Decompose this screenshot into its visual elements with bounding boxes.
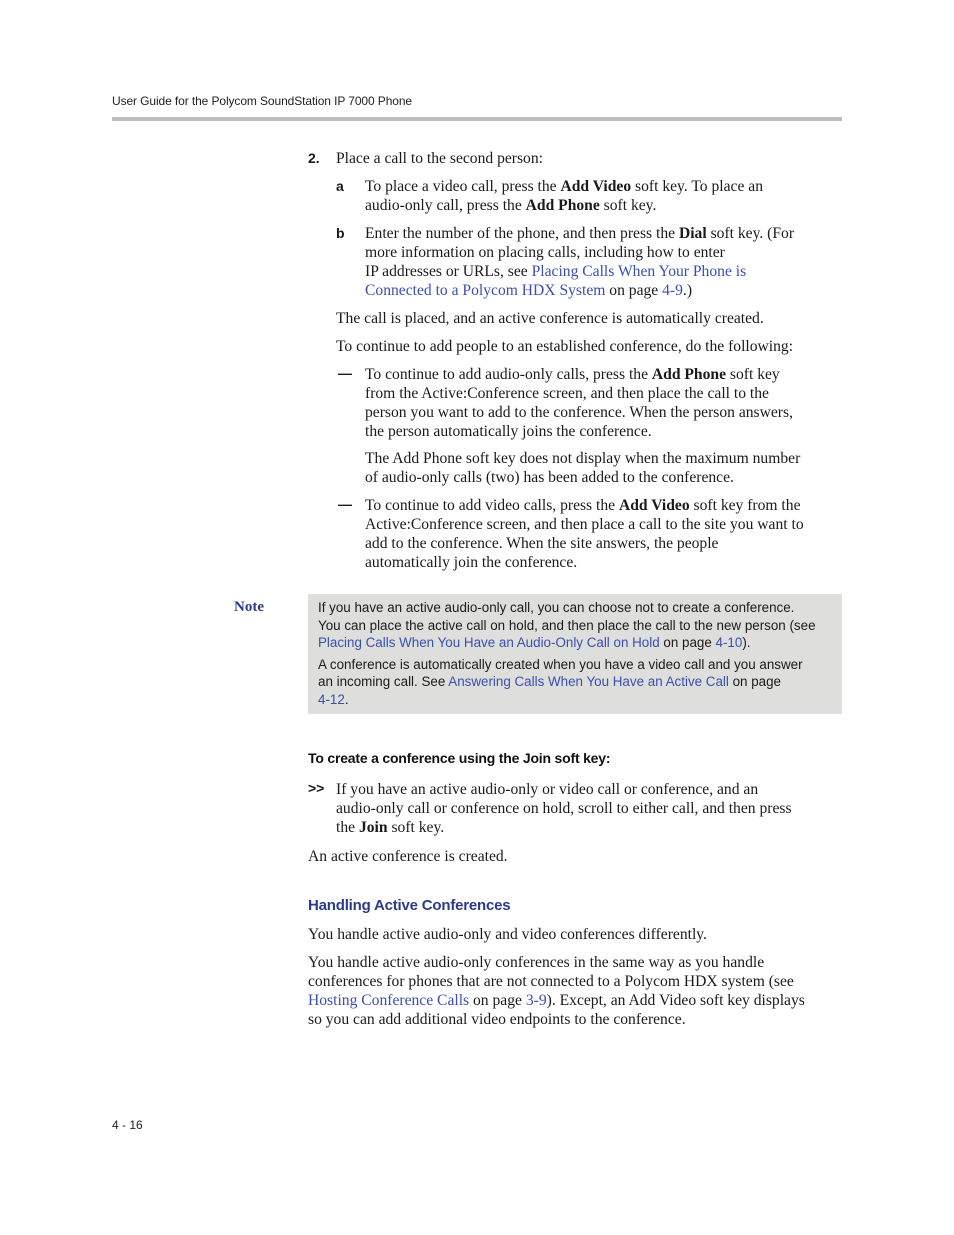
- text: conferences for phones that are not conn…: [308, 973, 794, 990]
- softkey-join: Join: [358, 819, 388, 836]
- text: add to the conference. When the site ans…: [365, 535, 719, 552]
- step-number: 2.: [308, 150, 320, 166]
- text: audio-only call or conference on hold, s…: [336, 800, 792, 817]
- text: If you have an active audio-only or vide…: [336, 781, 759, 798]
- text: A conference is automatically created wh…: [318, 656, 803, 672]
- dash-bullet: —: [338, 365, 352, 381]
- link-hosting-conference-calls[interactable]: Hosting Conference Calls: [308, 992, 469, 1009]
- text: .): [682, 282, 693, 299]
- text: You can place the active call on hold, a…: [318, 617, 816, 633]
- text: The Add Phone soft key does not display …: [365, 450, 801, 467]
- text: the person automatically joins the confe…: [365, 423, 652, 440]
- text: soft key: [726, 366, 780, 383]
- substep-a-text: To place a video call, press the Add Vid…: [365, 177, 845, 215]
- text: audio-only call, press the: [365, 197, 526, 214]
- section-paragraph-2: You handle active audio-only conferences…: [308, 953, 848, 1029]
- page-link-4-12[interactable]: 4-12: [318, 692, 345, 707]
- text: soft key from the: [689, 497, 801, 514]
- softkey-dial: Dial: [678, 225, 707, 242]
- text: an incoming call. See: [318, 674, 449, 689]
- text: .: [344, 691, 349, 707]
- softkey-add-video: Add Video: [618, 497, 690, 514]
- page-link-3-9[interactable]: 3-9: [526, 992, 547, 1009]
- note-paragraph-2: A conference is automatically created wh…: [318, 656, 832, 709]
- text: ). Except, an Add Video soft key display…: [546, 992, 805, 1009]
- text: more information on placing calls, inclu…: [365, 244, 725, 261]
- softkey-add-phone: Add Phone: [651, 366, 726, 383]
- note-box: If you have an active audio-only call, y…: [308, 594, 842, 714]
- procedure-arrow-icon: >>: [308, 780, 325, 796]
- text: the: [336, 819, 359, 836]
- link-placing-calls-hdx-cont[interactable]: Connected to a Polycom HDX System: [365, 282, 605, 299]
- text: person you want to add to the conference…: [365, 404, 793, 421]
- page-link-4-10[interactable]: 4-10: [716, 635, 743, 650]
- text: on page: [728, 674, 781, 689]
- text: automatically join the conference.: [365, 554, 578, 571]
- text: on page: [659, 635, 716, 650]
- bullet-audio-only: To continue to add audio-only calls, pre…: [365, 365, 845, 441]
- text: To place a video call, press the: [365, 178, 561, 195]
- text: IP addresses or URLs, see: [365, 263, 532, 280]
- note-label: Note: [234, 599, 264, 615]
- paragraph-continue-intro: To continue to add people to an establis…: [336, 338, 794, 355]
- link-answering-calls[interactable]: Answering Calls When You Have an Active …: [448, 674, 729, 689]
- text: Enter the number of the phone, and then …: [365, 225, 679, 242]
- text: ).: [742, 635, 751, 650]
- softkey-add-phone: Add Phone: [525, 197, 600, 214]
- text: on page: [469, 992, 526, 1009]
- running-header: User Guide for the Polycom SoundStation …: [112, 94, 413, 108]
- text: If you have an active audio-only call, y…: [318, 600, 795, 615]
- text: soft key. (For: [706, 225, 795, 242]
- text: Active:Conference screen, and then place…: [365, 516, 804, 533]
- step-text: Place a call to the second person:: [336, 150, 543, 167]
- link-placing-calls-on-hold[interactable]: Placing Calls When You Have an Audio-Onl…: [318, 635, 660, 650]
- text: To continue to add video calls, press th…: [365, 497, 619, 514]
- note-paragraph-1: If you have an active audio-only call, y…: [318, 599, 832, 652]
- dash-bullet: —: [338, 496, 352, 512]
- section-heading: Handling Active Conferences: [308, 897, 511, 914]
- text: soft key.: [599, 197, 657, 214]
- section-paragraph-1: You handle active audio-only and video c…: [308, 926, 707, 943]
- text: You handle active audio-only conferences…: [308, 954, 765, 971]
- substep-b-text: Enter the number of the phone, and then …: [365, 224, 845, 300]
- substep-label-b: b: [336, 225, 345, 241]
- procedure-result: An active conference is created.: [308, 848, 508, 865]
- text: from the Active:Conference screen, and t…: [365, 385, 769, 402]
- text: on page: [605, 282, 663, 299]
- page-link-4-9[interactable]: 4-9: [662, 282, 683, 299]
- paragraph-call-placed: The call is placed, and an active confer…: [336, 310, 764, 327]
- bullet-audio-only-note: The Add Phone soft key does not display …: [365, 449, 845, 487]
- softkey-add-video: Add Video: [560, 178, 632, 195]
- text: soft key. To place an: [631, 178, 763, 195]
- text: so you can add additional video endpoint…: [308, 1011, 686, 1028]
- text: of audio-only calls (two) has been added…: [365, 469, 734, 486]
- link-placing-calls-hdx[interactable]: Placing Calls When Your Phone is: [532, 263, 747, 280]
- text: soft key.: [387, 819, 445, 836]
- bullet-video: To continue to add video calls, press th…: [365, 496, 845, 572]
- substep-label-a: a: [336, 178, 344, 194]
- header-rule: [112, 117, 842, 121]
- procedure-step: If you have an active audio-only or vide…: [336, 780, 846, 837]
- page-number: 4 - 16: [112, 1118, 143, 1132]
- procedure-heading: To create a conference using the Join so…: [308, 750, 611, 766]
- text: To continue to add audio-only calls, pre…: [365, 366, 652, 383]
